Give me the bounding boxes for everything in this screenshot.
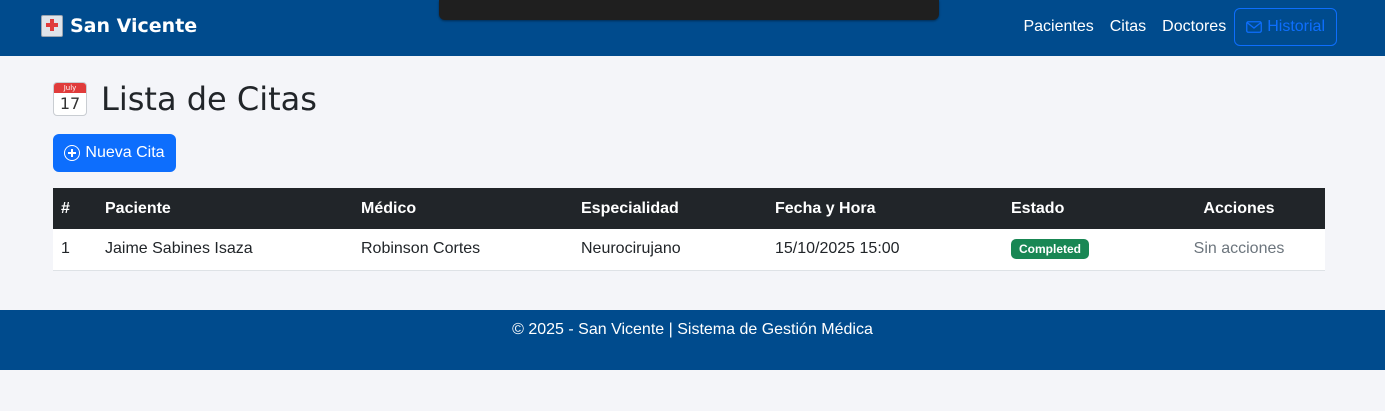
cell-num: 1 — [53, 229, 97, 271]
new-appointment-label: Nueva Cita — [85, 144, 165, 161]
cell-especialidad: Neurocirujano — [573, 229, 767, 271]
historial-label: Historial — [1267, 18, 1325, 35]
header-num: # — [53, 188, 97, 229]
envelope-icon — [1246, 21, 1263, 33]
new-appointment-button[interactable]: Nueva Cita — [53, 134, 176, 172]
overlay-bar — [439, 0, 939, 20]
nav-links: Pacientes Citas Doctores Historial — [1023, 8, 1337, 46]
table-header-row: # Paciente Médico Especialidad Fecha y H… — [53, 188, 1325, 229]
status-badge: Completed — [1011, 239, 1090, 260]
page-title: July 17 Lista de Citas — [53, 80, 317, 118]
nav-link-citas[interactable]: Citas — [1110, 18, 1146, 36]
header-medico: Médico — [353, 188, 573, 229]
cell-medico: Robinson Cortes — [353, 229, 573, 271]
table-row: 1 Jaime Sabines Isaza Robinson Cortes Ne… — [53, 229, 1325, 271]
cell-estado: Completed — [1003, 229, 1153, 271]
calendar-month: July — [54, 83, 86, 93]
hospital-icon — [41, 15, 63, 37]
footer-text: © 2025 - San Vicente | Sistema de Gestió… — [512, 321, 873, 338]
historial-button[interactable]: Historial — [1234, 8, 1337, 46]
page-title-text: Lista de Citas — [101, 80, 317, 118]
brand-name: San Vicente — [70, 15, 198, 37]
top-navbar: San Vicente Pacientes Citas Doctores His… — [0, 0, 1385, 56]
cell-acciones: Sin acciones — [1153, 229, 1325, 271]
plus-circle-icon — [64, 145, 81, 161]
header-acciones: Acciones — [1153, 188, 1325, 229]
header-estado: Estado — [1003, 188, 1153, 229]
cell-fecha-hora: 15/10/2025 15:00 — [767, 229, 1003, 271]
appointments-table: # Paciente Médico Especialidad Fecha y H… — [53, 188, 1325, 271]
nav-link-doctores[interactable]: Doctores — [1162, 18, 1226, 36]
footer: © 2025 - San Vicente | Sistema de Gestió… — [0, 310, 1385, 370]
calendar-day: 17 — [59, 94, 81, 113]
header-especialidad: Especialidad — [573, 188, 767, 229]
nav-link-pacientes[interactable]: Pacientes — [1023, 18, 1093, 36]
header-fecha-hora: Fecha y Hora — [767, 188, 1003, 229]
calendar-icon: July 17 — [53, 82, 87, 116]
cell-paciente: Jaime Sabines Isaza — [97, 229, 353, 271]
brand[interactable]: San Vicente — [41, 15, 197, 37]
header-paciente: Paciente — [97, 188, 353, 229]
